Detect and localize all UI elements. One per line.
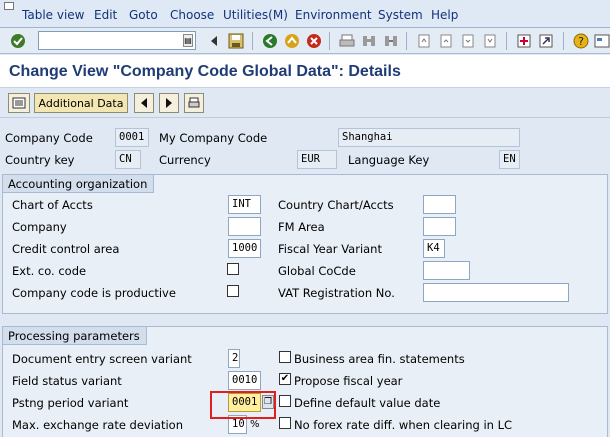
no-forex-diff-label: No forex rate diff. when clearing in LC	[294, 418, 513, 432]
propose-fiscal-year-checkbox[interactable]: ✔	[279, 373, 291, 385]
fiscal-year-variant-field[interactable]: K4	[423, 239, 445, 258]
max-exchange-deviation-label: Max. exchange rate deviation	[12, 418, 184, 432]
window-menu-icon[interactable]	[4, 2, 14, 10]
exit-icon[interactable]	[282, 31, 302, 51]
save-icon[interactable]	[226, 31, 246, 51]
posting-period-variant-label: Pstng period variant	[12, 396, 129, 410]
processing-parameters-title: Processing parameters	[3, 327, 147, 345]
productive-checkbox[interactable]	[227, 285, 239, 297]
enter-icon[interactable]	[8, 31, 28, 51]
doc-entry-variant-field[interactable]: 2	[228, 349, 240, 368]
language-key-field: EN	[499, 150, 520, 169]
menu-table-view[interactable]: Table view	[22, 8, 84, 22]
command-history-icon[interactable]: ▤	[183, 34, 193, 47]
next-entry-icon[interactable]	[159, 93, 179, 113]
no-forex-diff-checkbox[interactable]	[279, 417, 291, 429]
application-toolbar: Additional Data	[0, 88, 610, 118]
print-view-icon[interactable]	[184, 93, 204, 113]
chart-of-accounts-label: Chart of Accts	[12, 198, 93, 212]
country-key-label: Country key	[5, 153, 75, 167]
next-page-icon[interactable]	[458, 31, 478, 51]
page-title: Change View "Company Code Global Data": …	[9, 63, 401, 80]
command-field[interactable]: ▤	[38, 31, 196, 50]
default-value-date-checkbox[interactable]	[279, 395, 291, 407]
collapse-command-icon[interactable]	[204, 31, 224, 51]
propose-fiscal-year-label: Propose fiscal year	[294, 374, 403, 388]
currency-field: EUR	[297, 150, 337, 169]
menu-system[interactable]: System	[378, 8, 423, 22]
city-field: Shanghai	[338, 128, 520, 147]
shortcut-icon[interactable]	[536, 31, 556, 51]
menu-utilities[interactable]: Utilities(M)	[223, 8, 288, 22]
productive-label: Company code is productive	[12, 286, 176, 300]
new-session-icon[interactable]	[514, 31, 534, 51]
menu-edit[interactable]: Edit	[94, 8, 117, 22]
country-chart-field[interactable]	[423, 195, 456, 214]
additional-data-button[interactable]: Additional Data	[34, 93, 128, 113]
cancel-icon[interactable]	[304, 31, 324, 51]
chart-of-accounts-field[interactable]: INT	[228, 195, 261, 214]
doc-entry-variant-label: Document entry screen variant	[12, 352, 192, 366]
fm-area-label: FM Area	[278, 220, 325, 234]
highlight-box	[210, 391, 276, 419]
vat-registration-field[interactable]	[423, 283, 569, 302]
fiscal-year-variant-label: Fiscal Year Variant	[278, 242, 382, 256]
company-code-label: Company Code	[5, 131, 93, 145]
currency-label: Currency	[159, 153, 211, 167]
svg-text:?: ?	[578, 35, 584, 48]
global-cocode-label: Global CoCde	[278, 264, 356, 278]
previous-entry-icon[interactable]	[134, 93, 154, 113]
company-name-label: My Company Code	[159, 131, 268, 145]
credit-control-area-field[interactable]: 1000	[228, 239, 261, 258]
company-field[interactable]	[228, 217, 261, 236]
country-chart-label: Country Chart/Accts	[278, 198, 394, 212]
business-area-checkbox[interactable]	[279, 351, 291, 363]
find-next-icon[interactable]	[381, 31, 401, 51]
company-code-field: 0001	[115, 128, 149, 147]
default-value-date-label: Define default value date	[294, 396, 441, 410]
previous-page-icon[interactable]	[436, 31, 456, 51]
back-icon[interactable]	[260, 31, 280, 51]
help-icon[interactable]: ?	[571, 31, 591, 51]
fm-area-field[interactable]	[423, 217, 456, 236]
layout-icon[interactable]	[592, 31, 610, 51]
first-page-icon[interactable]	[414, 31, 434, 51]
menu-bar: Table view Edit Goto Choose Utilities(M)…	[0, 0, 610, 28]
field-status-variant-field[interactable]: 0010	[228, 371, 261, 390]
print-icon[interactable]	[337, 31, 357, 51]
credit-control-area-label: Credit control area	[12, 242, 120, 256]
menu-help[interactable]: Help	[431, 8, 458, 22]
ext-co-code-label: Ext. co. code	[12, 264, 87, 278]
standard-toolbar: ▤ ?	[0, 28, 610, 54]
company-label: Company	[12, 220, 67, 234]
ext-co-code-checkbox[interactable]	[227, 263, 239, 275]
find-icon[interactable]	[359, 31, 379, 51]
percent-unit: %	[250, 419, 260, 430]
command-input[interactable]	[39, 32, 179, 49]
accounting-organization-title: Accounting organization	[3, 175, 155, 193]
language-key-label: Language Key	[348, 153, 430, 167]
global-cocode-field[interactable]	[423, 261, 470, 280]
last-page-icon[interactable]	[480, 31, 500, 51]
change-display-icon[interactable]	[8, 93, 30, 113]
title-bar: Change View "Company Code Global Data": …	[0, 55, 610, 88]
country-key-field: CN	[115, 150, 141, 169]
menu-goto[interactable]: Goto	[129, 8, 158, 22]
vat-registration-label: VAT Registration No.	[278, 286, 395, 300]
business-area-label: Business area fin. statements	[294, 352, 465, 366]
menu-choose[interactable]: Choose	[170, 8, 214, 22]
field-status-variant-label: Field status variant	[12, 374, 122, 388]
menu-environment[interactable]: Environment	[295, 8, 372, 22]
